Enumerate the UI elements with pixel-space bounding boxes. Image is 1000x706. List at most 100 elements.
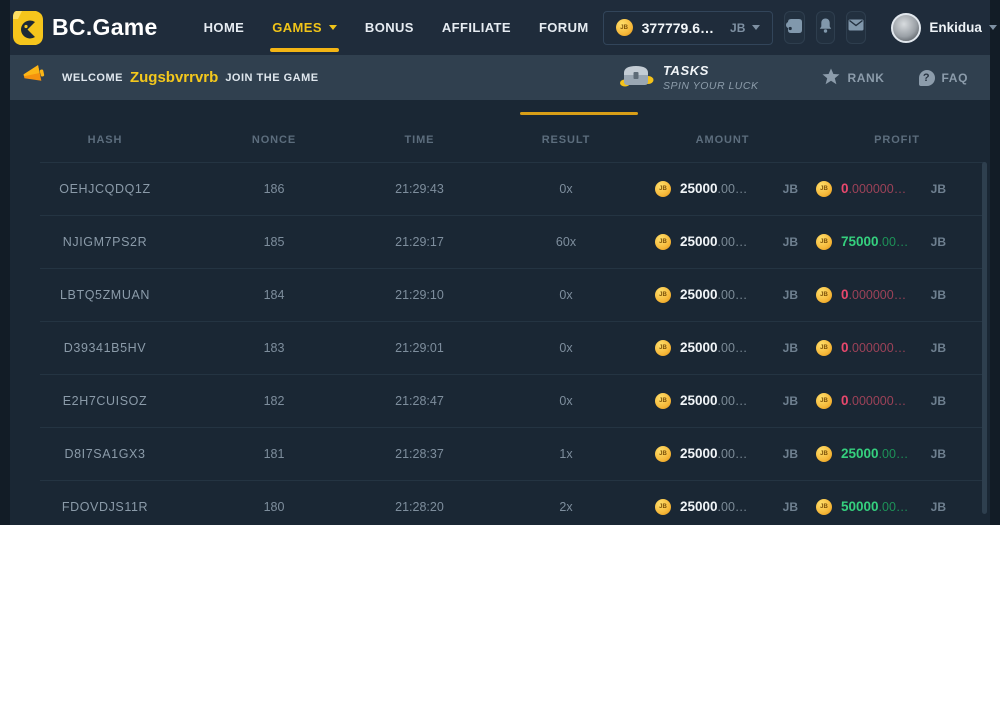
amount-dec: .00… xyxy=(718,235,748,249)
bet-time: 21:28:37 xyxy=(348,447,491,461)
table-row[interactable]: E2H7CUISOZ 182 21:28:47 0x JB 25000.00… … xyxy=(10,374,990,427)
profit-int: 25000 xyxy=(841,446,879,461)
nav-bonus[interactable]: BONUS xyxy=(351,0,428,55)
treasure-chest-icon xyxy=(618,60,654,95)
bet-result: 60x xyxy=(491,235,641,249)
bet-hash: LBTQ5ZMUAN xyxy=(10,288,200,302)
welcome-message: WELCOME Zugsbvrrvrb JOIN THE GAME xyxy=(62,69,319,86)
profit-dec: .000000… xyxy=(849,394,907,408)
nav-affiliate[interactable]: AFFILIATE xyxy=(428,0,525,55)
wallet-icon xyxy=(785,17,804,39)
jb-coin-icon: JB xyxy=(816,499,832,515)
col-time: TIME xyxy=(348,134,491,146)
bet-amount: JB 25000.00… JB xyxy=(641,446,804,462)
amount-currency: JB xyxy=(783,182,798,196)
profit-currency: JB xyxy=(931,500,946,514)
faq-button[interactable]: ? FAQ xyxy=(919,70,968,86)
chevron-down-icon xyxy=(752,25,760,30)
tasks-button[interactable]: TASKS SPIN YOUR LUCK xyxy=(618,60,759,95)
welcome-banner: WELCOME Zugsbvrrvrb JOIN THE GAME TASKS xyxy=(10,55,990,100)
bet-nonce: 183 xyxy=(200,341,348,355)
bets-panel: HASH NONCE TIME RESULT AMOUNT PROFIT OEH… xyxy=(10,100,990,525)
welcome-username: Zugsbvrrvrb xyxy=(130,69,218,86)
table-row[interactable]: NJIGM7PS2R 185 21:29:17 60x JB 25000.00…… xyxy=(10,215,990,268)
bet-profit: JB 0.000000… JB xyxy=(804,287,990,303)
jb-coin-icon: JB xyxy=(816,181,832,197)
col-nonce: NONCE xyxy=(200,134,348,146)
currency-dropdown[interactable]: JB xyxy=(730,21,760,35)
nav-games-label: GAMES xyxy=(272,20,322,35)
nav-forum[interactable]: FORUM xyxy=(525,0,603,55)
active-tab-indicator xyxy=(520,112,638,115)
user-name: Enkidua xyxy=(929,20,982,35)
bet-hash: NJIGM7PS2R xyxy=(10,235,200,249)
bet-profit: JB 0.000000… JB xyxy=(804,181,990,197)
bet-result: 0x xyxy=(491,182,641,196)
bet-hash: D8I7SA1GX3 xyxy=(10,447,200,461)
bets-table: HASH NONCE TIME RESULT AMOUNT PROFIT OEH… xyxy=(10,100,990,525)
profit-currency: JB xyxy=(931,182,946,196)
avatar xyxy=(891,13,921,43)
bet-time: 21:29:43 xyxy=(348,182,491,196)
amount-dec: .00… xyxy=(718,341,748,355)
bet-nonce: 184 xyxy=(200,288,348,302)
bet-time: 21:29:10 xyxy=(348,288,491,302)
amount-dec: .00… xyxy=(718,288,748,302)
jb-coin-icon: JB xyxy=(655,287,671,303)
bet-amount: JB 25000.00… JB xyxy=(641,499,804,515)
tasks-subtitle: SPIN YOUR LUCK xyxy=(663,80,759,92)
wallet-button[interactable] xyxy=(784,11,805,44)
bet-result: 0x xyxy=(491,288,641,302)
messages-button[interactable] xyxy=(846,11,866,44)
table-row[interactable]: D8I7SA1GX3 181 21:28:37 1x JB 25000.00… … xyxy=(10,427,990,480)
bet-profit: JB 0.000000… JB xyxy=(804,340,990,356)
amount-int: 25000 xyxy=(680,340,718,355)
amount-int: 25000 xyxy=(680,181,718,196)
question-icon: ? xyxy=(919,70,935,86)
profit-currency: JB xyxy=(931,447,946,461)
bet-hash: OEHJCQDQ1Z xyxy=(10,182,200,196)
jb-coin-icon: JB xyxy=(816,287,832,303)
bcgame-logo-icon xyxy=(12,10,44,46)
user-menu[interactable]: Enkidua xyxy=(891,13,997,43)
rank-label: RANK xyxy=(847,71,884,85)
bet-nonce: 182 xyxy=(200,394,348,408)
table-row[interactable]: OEHJCQDQ1Z 186 21:29:43 0x JB 25000.00… … xyxy=(10,162,990,215)
profit-dec: .00… xyxy=(879,447,909,461)
brand[interactable]: BC.Game xyxy=(12,10,158,46)
col-result: RESULT xyxy=(491,134,641,146)
rank-button[interactable]: RANK xyxy=(822,68,884,88)
bet-time: 21:29:17 xyxy=(348,235,491,249)
notifications-button[interactable] xyxy=(816,11,835,44)
profit-dec: .000000… xyxy=(849,182,907,196)
nav-games[interactable]: GAMES xyxy=(258,0,351,55)
amount-dec: .00… xyxy=(718,447,748,461)
profit-int: 0 xyxy=(841,340,849,355)
amount-dec: .00… xyxy=(718,500,748,514)
bet-hash: FDOVDJS11R xyxy=(10,500,200,514)
bell-icon xyxy=(817,17,834,39)
balance-selector[interactable]: JB 377779.6… JB xyxy=(603,11,774,45)
mail-icon xyxy=(847,18,865,37)
profit-int: 50000 xyxy=(841,499,879,514)
col-profit: PROFIT xyxy=(804,134,990,146)
scrollbar[interactable] xyxy=(982,162,987,514)
jb-coin-icon: JB xyxy=(655,499,671,515)
amount-int: 25000 xyxy=(680,499,718,514)
nav-home[interactable]: HOME xyxy=(190,0,259,55)
bet-hash: D39341B5HV xyxy=(10,341,200,355)
jb-coin-icon: JB xyxy=(816,340,832,356)
tasks-title: TASKS xyxy=(663,63,759,78)
bet-profit: JB 25000.00… JB xyxy=(804,446,990,462)
table-row[interactable]: LBTQ5ZMUAN 184 21:29:10 0x JB 25000.00… … xyxy=(10,268,990,321)
jb-coin-icon: JB xyxy=(816,393,832,409)
profit-currency: JB xyxy=(931,341,946,355)
bet-result: 1x xyxy=(491,447,641,461)
table-row[interactable]: FDOVDJS11R 180 21:28:20 2x JB 25000.00… … xyxy=(10,480,990,525)
profit-dec: .000000… xyxy=(849,341,907,355)
amount-int: 25000 xyxy=(680,393,718,408)
bet-nonce: 185 xyxy=(200,235,348,249)
currency-label: JB xyxy=(730,21,745,35)
table-row[interactable]: D39341B5HV 183 21:29:01 0x JB 25000.00… … xyxy=(10,321,990,374)
bet-amount: JB 25000.00… JB xyxy=(641,287,804,303)
